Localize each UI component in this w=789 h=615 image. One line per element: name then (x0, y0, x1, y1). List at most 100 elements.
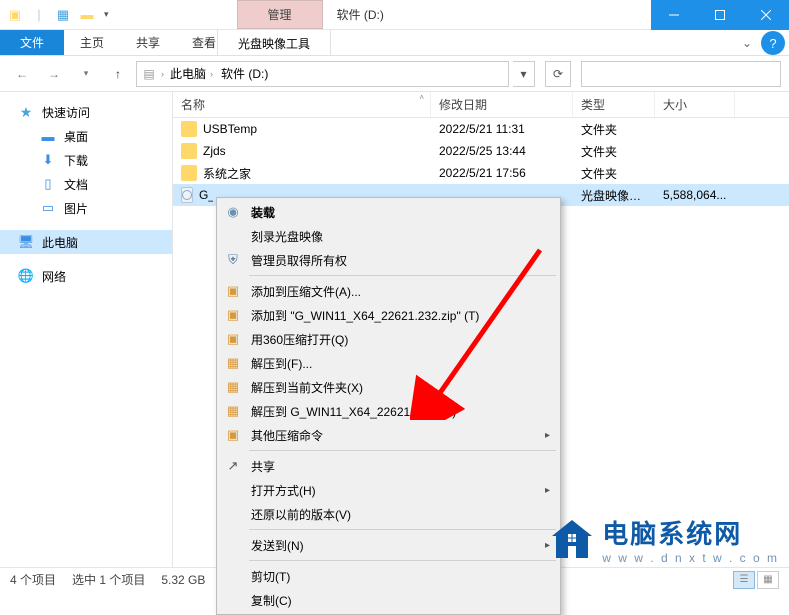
cell-type: 光盘映像文件 (573, 187, 655, 204)
extract-icon: ▦ (223, 353, 243, 373)
col-header-size[interactable]: 大小 (655, 92, 735, 117)
tab-home[interactable]: 主页 (64, 30, 120, 55)
table-row[interactable]: USBTemp 2022/5/21 11:31 文件夹 (173, 118, 789, 140)
menu-label: 装载 (251, 204, 550, 221)
menu-admin-own[interactable]: ⛨管理员取得所有权 (219, 248, 558, 272)
minimize-button[interactable] (651, 0, 697, 30)
window-title: 软件 (D:) (337, 6, 384, 23)
tab-share[interactable]: 共享 (120, 30, 176, 55)
breadcrumb-root[interactable]: 此电脑› (168, 65, 215, 82)
network-icon: 🌐 (18, 268, 34, 284)
document-icon: ▯ (40, 176, 56, 192)
menu-label: 用360压缩打开(Q) (251, 331, 550, 348)
chevron-right-icon: ▸ (545, 540, 550, 551)
col-header-date[interactable]: 修改日期 (431, 92, 573, 117)
menu-extract-named[interactable]: ▦解压到 G_WIN11_X64_22621.232\ (E) (219, 399, 558, 423)
refresh-button[interactable]: ⟳ (545, 61, 571, 87)
maximize-button[interactable] (697, 0, 743, 30)
menu-separator (249, 560, 556, 561)
archive-icon: ▣ (223, 305, 243, 325)
menu-mount[interactable]: ◉装载 (219, 200, 558, 224)
sidebar-label: 快速访问 (42, 104, 90, 121)
menu-separator (249, 450, 556, 451)
menu-label: 添加到 "G_WIN11_X64_22621.232.zip" (T) (251, 307, 550, 324)
nav-forward-button[interactable]: → (40, 61, 68, 87)
menu-add-archive[interactable]: ▣添加到压缩文件(A)... (219, 279, 558, 303)
menu-label: 添加到压缩文件(A)... (251, 283, 550, 300)
menu-share[interactable]: ↗共享 (219, 454, 558, 478)
breadcrumb-root-label: 此电脑 (170, 65, 206, 82)
breadcrumb-dropdown-icon[interactable]: ▾ (513, 61, 535, 87)
search-input[interactable]: 🔍 (581, 61, 781, 87)
ribbon-expand-icon[interactable]: ⌄ (737, 30, 757, 55)
col-label: 名称 (181, 96, 205, 113)
sidebar-pictures[interactable]: ▭ 图片 (0, 196, 172, 220)
tab-file[interactable]: 文件 (0, 30, 64, 55)
sidebar-desktop[interactable]: ▬ 桌面 (0, 124, 172, 148)
view-icons-button[interactable]: ▦ (757, 571, 779, 589)
sidebar-label: 下载 (64, 152, 88, 169)
new-folder-icon[interactable]: ▬ (76, 4, 98, 26)
menu-label: 复制(C) (251, 592, 550, 609)
nav-back-button[interactable]: ← (8, 61, 36, 87)
tab-disc-tools[interactable]: 光盘映像工具 (217, 30, 331, 56)
help-icon[interactable]: ? (761, 31, 785, 55)
computer-icon: 🖥 (18, 234, 34, 250)
menu-open-with[interactable]: 打开方式(H)▸ (219, 478, 558, 502)
col-header-name[interactable]: 名称˄ (173, 92, 431, 117)
ribbon-context-tab[interactable]: 管理 (237, 0, 323, 29)
archive-icon: ▣ (223, 425, 243, 445)
menu-add-zip[interactable]: ▣ 添加到 "G_WIN11_X64_22621.232.zip" (T) (219, 303, 558, 327)
menu-restore-prev[interactable]: 还原以前的版本(V) (219, 502, 558, 526)
menu-extract-here[interactable]: ▦解压到当前文件夹(X) (219, 375, 558, 399)
menu-copy[interactable]: 复制(C) (219, 588, 558, 612)
breadcrumb-current[interactable]: 软件 (D:) (219, 65, 270, 82)
blank-icon (223, 535, 243, 555)
qat-dropdown-icon[interactable]: ▾ (100, 9, 113, 20)
download-icon: ⬇ (40, 152, 56, 168)
menu-extract-to[interactable]: ▦ 解压到(F)... (219, 351, 558, 375)
breadcrumb[interactable]: ▤ › 此电脑› 软件 (D:) (136, 61, 509, 87)
menu-other-zip[interactable]: ▣其他压缩命令▸ (219, 423, 558, 447)
sidebar-label: 图片 (64, 200, 88, 217)
nav-recent-dropdown[interactable]: ▾ (72, 61, 100, 87)
sidebar-documents[interactable]: ▯文档 (0, 172, 172, 196)
cell-date: 2022/5/25 13:44 (431, 144, 573, 158)
sidebar-quick-access[interactable]: ★ 快速访问 (0, 100, 172, 124)
cell-name: G_ (173, 187, 213, 203)
status-view-switcher: ☰ ▦ (733, 571, 779, 589)
file-rows: USBTemp 2022/5/21 11:31 文件夹 Zjds 2022/5/… (173, 118, 789, 206)
sidebar-downloads[interactable]: ⬇ 下载 (0, 148, 172, 172)
sidebar-network[interactable]: 🌐网络 (0, 264, 172, 288)
col-header-type[interactable]: 类型 (573, 92, 655, 117)
cell-type: 文件夹 (573, 143, 655, 160)
menu-label: 共享 (251, 458, 550, 475)
menu-separator (249, 529, 556, 530)
menu-send-to[interactable]: 发送到(N) ▸ (219, 533, 558, 557)
sidebar-this-pc[interactable]: 🖥 此电脑 (0, 230, 172, 254)
properties-icon[interactable]: ▦ (52, 4, 74, 26)
titlebar: ▣ | ▦ ▬ ▾ 管理 软件 (D:) (0, 0, 789, 30)
menu-label: 解压到(F)... (251, 355, 550, 372)
extract-icon: ▦ (223, 401, 243, 421)
desktop-icon: ▬ (40, 128, 56, 144)
sidebar-label: 此电脑 (42, 234, 78, 251)
folder-icon[interactable]: ▣ (4, 4, 26, 26)
picture-icon: ▭ (40, 200, 56, 216)
cell-name: Zjds (173, 143, 431, 159)
menu-label: 刻录光盘映像 (251, 228, 550, 245)
cell-date: 2022/5/21 11:31 (431, 122, 573, 136)
table-row[interactable]: 系统之家 2022/5/21 17:56 文件夹 (173, 162, 789, 184)
menu-open-360[interactable]: ▣用360压缩打开(Q) (219, 327, 558, 351)
menu-burn[interactable]: 刻录光盘映像 (219, 224, 558, 248)
table-row[interactable]: Zjds 2022/5/25 13:44 文件夹 (173, 140, 789, 162)
menu-label: 发送到(N) (251, 537, 537, 554)
menu-cut[interactable]: 剪切(T) (219, 564, 558, 588)
sidebar-label: 桌面 (64, 128, 88, 145)
menu-label: 其他压缩命令 (251, 427, 537, 444)
nav-up-button[interactable]: ↑ (104, 61, 132, 87)
close-button[interactable] (743, 0, 789, 30)
view-details-button[interactable]: ☰ (733, 571, 755, 589)
file-name-label: G_ (199, 188, 213, 202)
star-icon: ★ (18, 104, 34, 120)
